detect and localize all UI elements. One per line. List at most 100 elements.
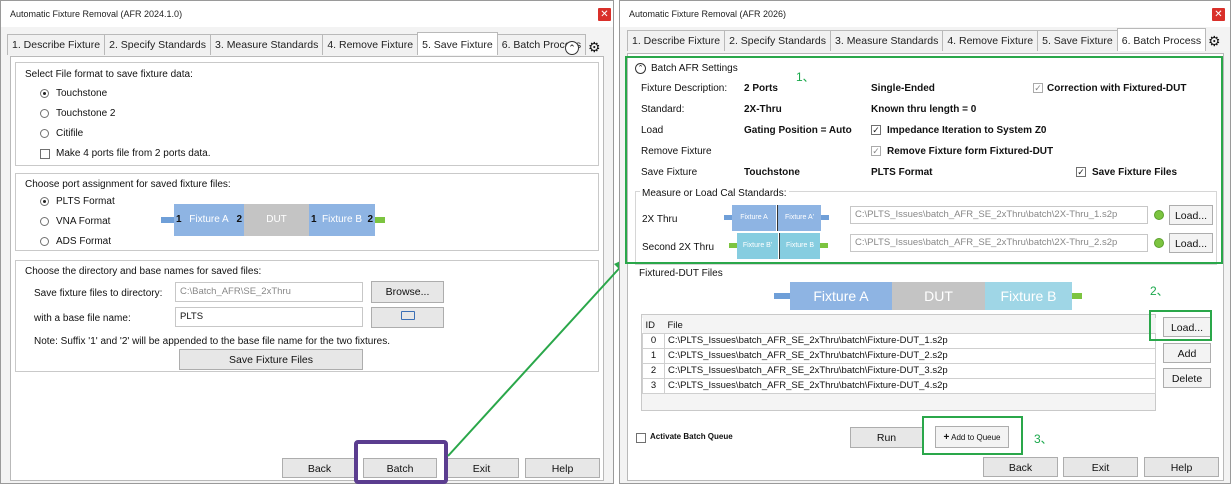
gear-icon[interactable]: ⚙ [588, 40, 601, 54]
dut-diagram-dut: DUT [892, 282, 985, 310]
back-button[interactable]: Back [282, 458, 357, 478]
table-header-row: ID File [642, 318, 1156, 333]
annotation-3: 3、 [1034, 432, 1053, 446]
tab-specify-standards[interactable]: 2. Specify Standards [104, 34, 212, 55]
activate-batch-queue-label: Activate Batch Queue [650, 432, 733, 441]
tab-describe-fixture[interactable]: 1. Describe Fixture [7, 34, 106, 55]
radio-plts-format[interactable] [40, 197, 49, 206]
left-title-bar: Automatic Fixture Removal (AFR 2024.1.0)… [1, 1, 613, 27]
row-file: C:\PLTS_Issues\batch_AFR_SE_2xThru\batch… [664, 362, 1156, 379]
base-file-name-label: with a base file name: [34, 313, 131, 324]
browse-button[interactable]: Browse... [371, 281, 444, 303]
base-file-name-input[interactable]: PLTS [175, 307, 363, 327]
collapse-up-icon[interactable]: ⌃ [565, 41, 579, 55]
fixture-a-port1: 1 [176, 214, 182, 225]
row-id: 0 [642, 332, 665, 349]
row-id: 2 [642, 362, 665, 379]
radio-citifile[interactable] [40, 129, 49, 138]
touchstone-label: Touchstone [56, 88, 108, 99]
stub-right [1072, 293, 1082, 299]
load-button-highlight-box [1149, 310, 1212, 341]
touchstone2-label: Touchstone 2 [56, 108, 116, 119]
dut-delete-button[interactable]: Delete [1163, 368, 1211, 388]
left-afr-window: Automatic Fixture Removal (AFR 2024.1.0)… [0, 0, 614, 484]
right-title-bar: Automatic Fixture Removal (AFR 2026) ✕ [620, 1, 1230, 27]
fixture-b-block: 1 Fixture B 2 [309, 204, 375, 236]
fixtured-dut-diagram: Fixture A DUT Fixture B [774, 282, 1084, 310]
table-row[interactable]: 1 C:\PLTS_Issues\batch_AFR_SE_2xThru\bat… [642, 347, 1156, 364]
fixture-b-port1: 1 [311, 214, 317, 225]
close-icon[interactable]: ✕ [1212, 8, 1225, 21]
file-format-label: Select File format to save fixture data: [25, 69, 193, 80]
fixture-b-port2: 2 [367, 214, 373, 225]
gear-icon[interactable]: ⚙ [1208, 34, 1221, 48]
directory-group: Choose the directory and base names for … [15, 260, 599, 372]
row-id: 3 [642, 377, 665, 394]
left-window-title: Automatic Fixture Removal (AFR 2024.1.0) [10, 9, 183, 19]
fixture-a-block: 1 Fixture A 2 [174, 204, 244, 236]
save-fixture-files-button[interactable]: Save Fixture Files [179, 349, 363, 370]
right-window-title: Automatic Fixture Removal (AFR 2026) [629, 9, 787, 19]
add-to-queue-highlight-box [922, 416, 1023, 455]
tab-batch-process[interactable]: 6. Batch Process [1116, 28, 1207, 51]
dut-label: DUT [266, 214, 287, 225]
fixture-a-port2: 2 [236, 214, 242, 225]
save-directory-label: Save fixture files to directory: [34, 288, 163, 299]
tab-specify-standards[interactable]: 2. Specify Standards [724, 30, 832, 51]
ads-format-label: ADS Format [56, 236, 112, 247]
file-format-group: Select File format to save fixture data:… [15, 62, 599, 166]
dut-block: DUT [244, 204, 309, 236]
radio-touchstone[interactable] [40, 89, 49, 98]
exit-button[interactable]: Exit [1063, 457, 1138, 477]
close-icon[interactable]: ✕ [598, 8, 611, 21]
port-assignment-diagram: 1 Fixture A 2 DUT 1 Fixture B 2 [161, 204, 391, 236]
tab-describe-fixture[interactable]: 1. Describe Fixture [627, 30, 726, 51]
tab-remove-fixture[interactable]: 4. Remove Fixture [942, 30, 1039, 51]
annotation-2: 2、 [1150, 284, 1169, 298]
run-button[interactable]: Run [850, 427, 923, 448]
activate-batch-queue-checkbox[interactable] [636, 433, 646, 443]
fixture-b-label: Fixture B [321, 214, 362, 225]
keyboard-button[interactable] [371, 307, 444, 328]
left-tab-strip: 1. Describe Fixture 2. Specify Standards… [7, 32, 587, 55]
radio-vna-format[interactable] [40, 217, 49, 226]
dut-add-button[interactable]: Add [1163, 343, 1211, 363]
row-file: C:\PLTS_Issues\batch_AFR_SE_2xThru\batch… [664, 377, 1156, 394]
file-column-header: File [664, 318, 1156, 333]
id-column-header: ID [642, 318, 665, 333]
help-button[interactable]: Help [1144, 457, 1219, 477]
radio-ads-format[interactable] [40, 237, 49, 246]
tab-measure-standards[interactable]: 3. Measure Standards [210, 34, 324, 55]
radio-touchstone2[interactable] [40, 109, 49, 118]
table-row[interactable]: 0 C:\PLTS_Issues\batch_AFR_SE_2xThru\bat… [642, 332, 1156, 349]
fixture-a-label: Fixture A [189, 214, 229, 225]
port-stub-left [161, 217, 174, 223]
port-stub-right [375, 217, 385, 223]
citifile-label: Citifile [56, 128, 84, 139]
dut-file-table: ID File 0 C:\PLTS_Issues\batch_AFR_SE_2x… [642, 318, 1156, 394]
annotation-1: 1、 [796, 70, 815, 84]
help-button[interactable]: Help [525, 458, 600, 478]
row-file: C:\PLTS_Issues\batch_AFR_SE_2xThru\batch… [664, 332, 1156, 349]
tab-save-fixture[interactable]: 5. Save Fixture [1037, 30, 1118, 51]
port-assignment-label: Choose port assignment for saved fixture… [25, 179, 231, 190]
table-row[interactable]: 3 C:\PLTS_Issues\batch_AFR_SE_2xThru\bat… [642, 377, 1156, 394]
tab-remove-fixture[interactable]: 4. Remove Fixture [322, 34, 419, 55]
tab-measure-standards[interactable]: 3. Measure Standards [830, 30, 944, 51]
save-directory-input[interactable]: C:\Batch_AFR\SE_2xThru [175, 282, 363, 302]
right-tab-strip: 1. Describe Fixture 2. Specify Standards… [627, 28, 1207, 51]
stub-left [774, 293, 790, 299]
dut-diagram-fixture-b: Fixture B [985, 282, 1072, 310]
tab-save-fixture[interactable]: 5. Save Fixture [417, 32, 498, 55]
save-fixture-panel: Select File format to save fixture data:… [10, 56, 604, 481]
table-row[interactable]: 2 C:\PLTS_Issues\batch_AFR_SE_2xThru\bat… [642, 362, 1156, 379]
back-button[interactable]: Back [983, 457, 1058, 477]
vna-format-label: VNA Format [56, 216, 111, 227]
make-4-ports-checkbox[interactable] [40, 149, 50, 159]
port-assignment-group: Choose port assignment for saved fixture… [15, 173, 599, 251]
suffix-note: Note: Suffix '1' and '2' will be appende… [34, 336, 390, 347]
make-4-ports-label: Make 4 ports file from 2 ports data. [56, 148, 211, 159]
exit-button[interactable]: Exit [444, 458, 519, 478]
plts-format-label: PLTS Format [56, 196, 115, 207]
row-id: 1 [642, 347, 665, 364]
